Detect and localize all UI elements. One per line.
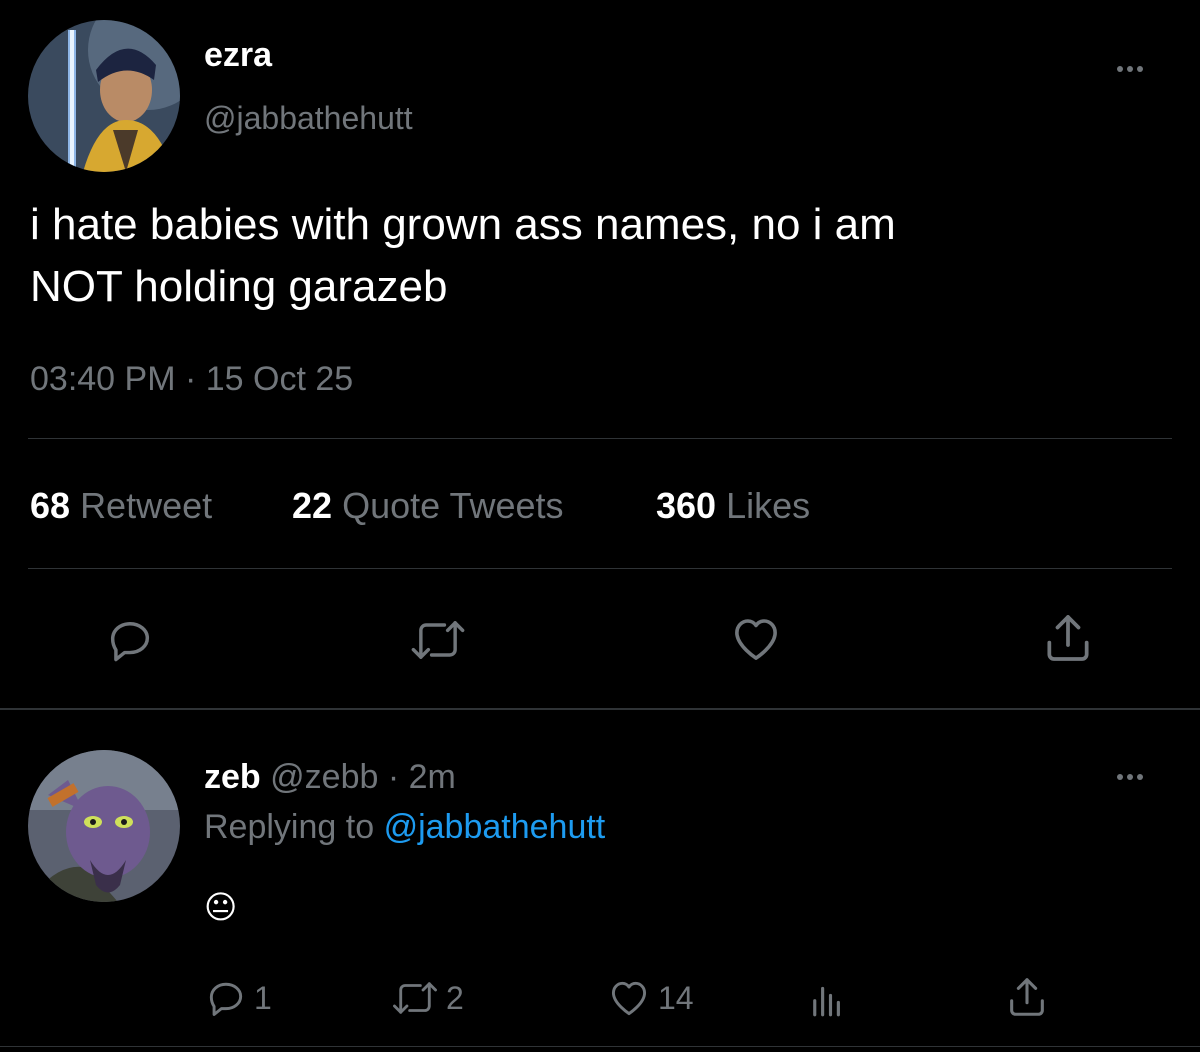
timestamp-separator: · [184,360,197,398]
reply-author-name[interactable]: zeb [204,758,261,796]
stat-quotes[interactable]: 22 Quote Tweets [292,485,564,527]
replying-to-handle[interactable]: @jabbathehutt [384,808,606,846]
reply-header: zeb @zebb · 2m [204,758,456,797]
reply-icon[interactable] [104,614,156,666]
avatar-zeb[interactable] [28,750,180,902]
divider-bottom [0,1046,1200,1047]
author-handle[interactable]: @jabbathehutt [204,100,413,137]
stat-retweets[interactable]: 68 Retweet [30,485,212,527]
tweet-timestamp[interactable]: 03:40 PM · 15 Oct 25 [30,360,353,399]
quotes-count: 22 [292,485,333,526]
tweet-time: 03:40 PM [30,360,176,398]
divider-section [0,708,1200,710]
retweets-label: Retweet [80,485,213,526]
share-icon[interactable] [1040,610,1096,666]
tweet-date: 15 Oct 25 [205,360,354,398]
reply-reply-button[interactable]: 1 [204,976,272,1020]
retweet-count: 2 [446,979,464,1016]
reply-text: 😐 [204,889,238,925]
like-icon [606,976,652,1020]
avatar-ezra[interactable] [28,20,180,172]
stat-likes[interactable]: 360 Likes [656,485,810,527]
retweet-icon [390,976,440,1020]
reply-separator: · [387,758,400,796]
divider-stats [28,568,1172,569]
reply-author-handle[interactable]: @zebb [270,758,378,796]
tweet-text-line-1: i hate babies with grown ass names, no i… [30,200,896,249]
reply-icon [204,976,248,1020]
reply-retweet-button[interactable]: 2 [390,976,464,1020]
replying-to: Replying to @jabbathehutt [204,808,605,847]
more-icon[interactable] [1117,774,1143,780]
retweet-icon[interactable] [408,614,468,666]
replying-to-prefix: Replying to [204,808,375,846]
reply-count: 1 [254,979,272,1016]
author-name[interactable]: ezra [204,36,272,75]
share-icon[interactable] [1004,974,1050,1020]
like-icon[interactable] [728,612,784,666]
likes-label: Likes [726,485,811,526]
divider-top [28,438,1172,439]
more-icon[interactable] [1117,66,1143,72]
reply-like-button[interactable]: 14 [606,976,694,1020]
retweets-count: 68 [30,485,71,526]
likes-count: 360 [656,485,717,526]
analytics-icon[interactable] [806,978,848,1020]
tweet-text-line-2: NOT holding garazeb [30,262,448,311]
reply-age: 2m [408,758,456,796]
like-count: 14 [658,979,694,1016]
quotes-label: Quote Tweets [342,485,564,526]
